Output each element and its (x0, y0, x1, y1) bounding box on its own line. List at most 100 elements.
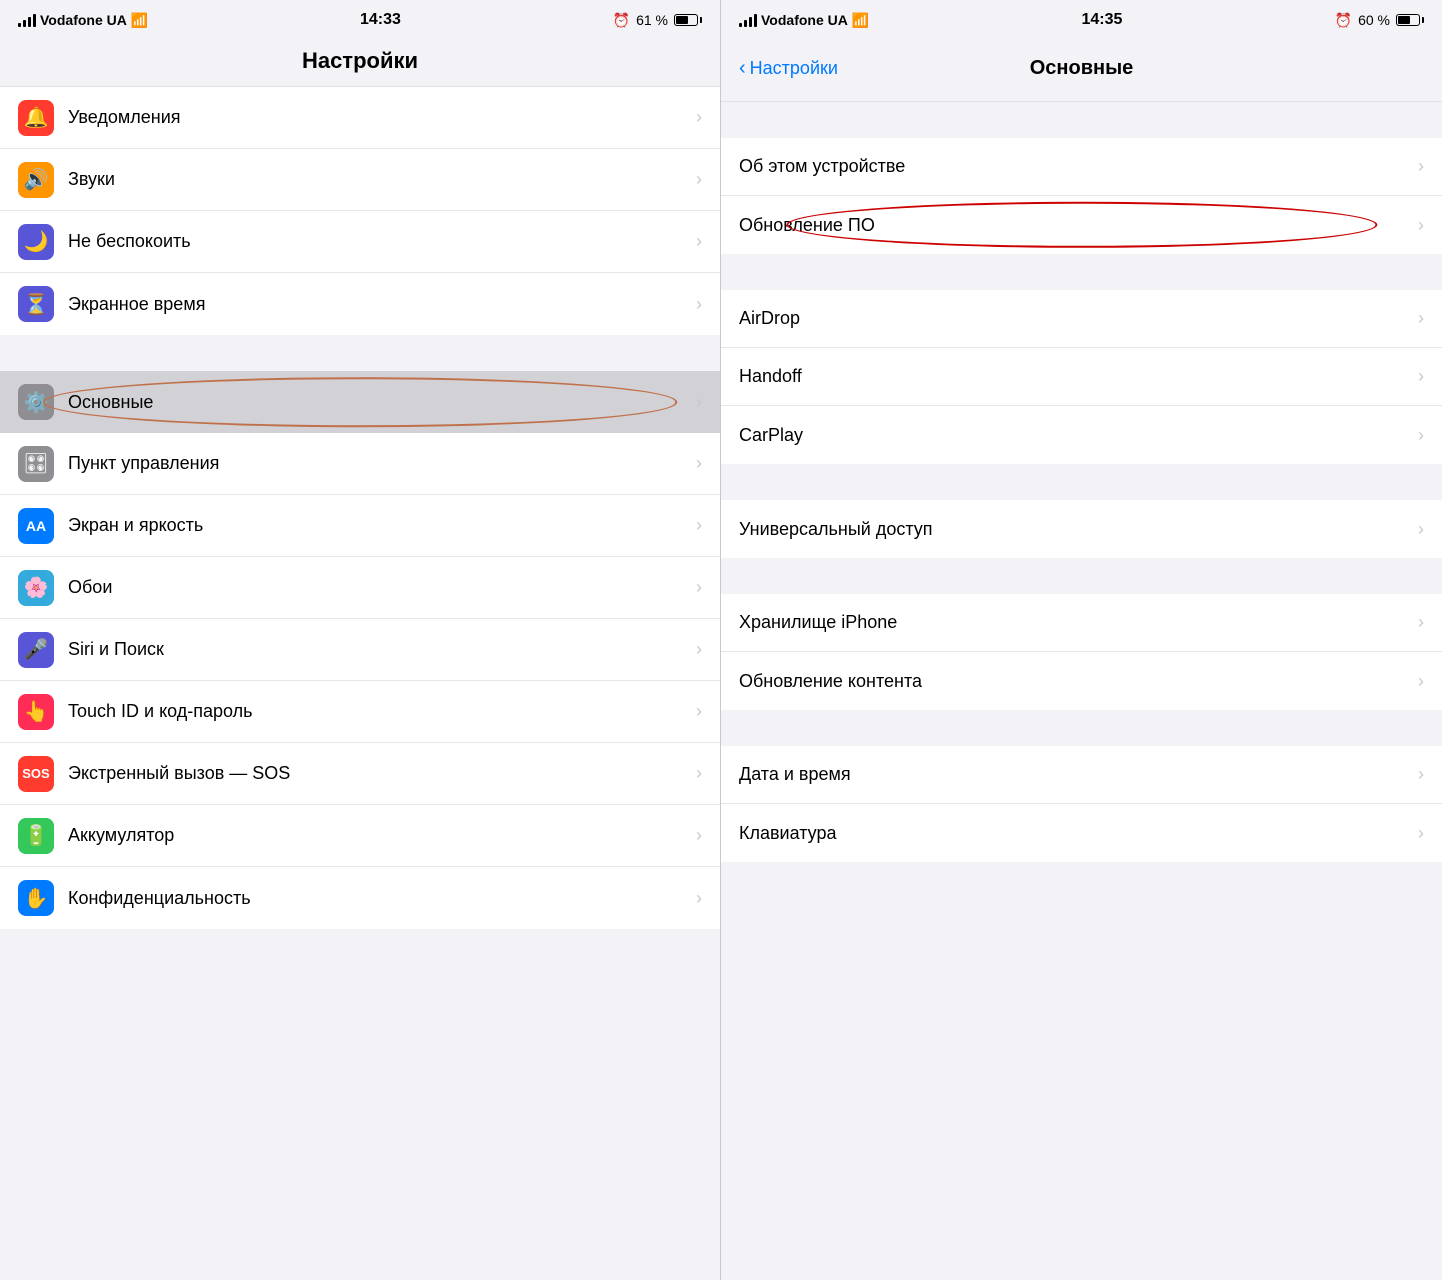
settings-item-controlcenter[interactable]: 🎛 Пункт управления › (0, 433, 720, 495)
left-status-left: Vodafone UA 📶 (18, 12, 148, 29)
accessibility-label: Универсальный доступ (739, 519, 1418, 540)
settings-item-screentime[interactable]: ⏳ Экранное время › (0, 273, 720, 335)
chevron-right-icon: › (696, 639, 702, 660)
battery-tip (700, 17, 702, 23)
donotdisturb-label: Не беспокоить (68, 231, 696, 252)
battery-body (674, 14, 698, 26)
right-time: 14:35 (1082, 11, 1123, 29)
chevron-right-icon: › (696, 763, 702, 784)
chevron-right-icon: › (696, 231, 702, 252)
right-group-4: Хранилище iPhone › Обновление контента › (721, 594, 1442, 710)
settings-item-sounds[interactable]: 🔊 Звуки › (0, 149, 720, 211)
chevron-right-icon: › (1418, 519, 1424, 540)
back-chevron-icon: ‹ (739, 57, 746, 80)
right-separator-4 (721, 558, 1442, 594)
chevron-right-icon: › (1418, 425, 1424, 446)
chevron-right-icon: › (696, 701, 702, 722)
right-item-handoff[interactable]: Handoff › (721, 348, 1442, 406)
left-group-1: 🔔 Уведомления › 🔊 Звуки › 🌙 Не беспокоит… (0, 87, 720, 335)
right-status-bar: Vodafone UA 📶 14:35 ⏰ 60 % (721, 0, 1442, 40)
right-separator-3 (721, 464, 1442, 500)
chevron-right-icon: › (1418, 823, 1424, 844)
chevron-right-icon: › (696, 453, 702, 474)
chevron-right-icon: › (696, 577, 702, 598)
right-item-airdrop[interactable]: AirDrop › (721, 290, 1442, 348)
right-item-softwareupdate[interactable]: Обновление ПО › (721, 196, 1442, 254)
settings-item-donotdisturb[interactable]: 🌙 Не беспокоить › (0, 211, 720, 273)
privacy-label: Конфиденциальность (68, 888, 696, 909)
iphone-storage-label: Хранилище iPhone (739, 612, 1418, 633)
right-item-about[interactable]: Об этом устройстве › (721, 138, 1442, 196)
controlcenter-label: Пункт управления (68, 453, 696, 474)
right-item-carplay[interactable]: CarPlay › (721, 406, 1442, 464)
right-group-2: AirDrop › Handoff › CarPlay › (721, 290, 1442, 464)
settings-item-touchid[interactable]: 👆 Touch ID и код-пароль › (0, 681, 720, 743)
right-separator-top (721, 102, 1442, 138)
settings-item-sos[interactable]: SOS Экстренный вызов — SOS › (0, 743, 720, 805)
airdrop-label: AirDrop (739, 308, 1418, 329)
right-group-5: Дата и время › Клавиатура › (721, 746, 1442, 862)
wifi-icon: 📶 (131, 12, 148, 29)
carplay-label: CarPlay (739, 425, 1418, 446)
touchid-icon: 👆 (18, 694, 54, 730)
sos-icon: SOS (18, 756, 54, 792)
settings-item-wallpaper[interactable]: 🌸 Обои › (0, 557, 720, 619)
settings-item-siri[interactable]: 🎤 Siri и Поиск › (0, 619, 720, 681)
battery-percent: 60 % (1358, 12, 1390, 28)
chevron-right-icon: › (696, 107, 702, 128)
chevron-right-icon: › (696, 294, 702, 315)
signal-icon (18, 13, 36, 27)
alarm-icon: ⏰ (613, 12, 630, 29)
signal-icon (739, 13, 757, 27)
sos-label: Экстренный вызов — SOS (68, 763, 696, 784)
settings-item-display[interactable]: AA Экран и яркость › (0, 495, 720, 557)
chevron-right-icon: › (1418, 215, 1424, 236)
battery-indicator (1396, 14, 1424, 26)
battery-percent: 61 % (636, 12, 668, 28)
right-item-datetime[interactable]: Дата и время › (721, 746, 1442, 804)
battery-body (1396, 14, 1420, 26)
back-label: Настройки (750, 58, 838, 79)
sounds-icon: 🔊 (18, 162, 54, 198)
settings-item-notifications[interactable]: 🔔 Уведомления › (0, 87, 720, 149)
right-group-3: Универсальный доступ › (721, 500, 1442, 558)
display-label: Экран и яркость (68, 515, 696, 536)
display-icon: AA (18, 508, 54, 544)
group-separator-1 (0, 335, 720, 371)
chevron-right-icon: › (696, 169, 702, 190)
general-icon: ⚙️ (18, 384, 54, 420)
right-item-keyboard[interactable]: Клавиатура › (721, 804, 1442, 862)
right-item-bgapprefresh[interactable]: Обновление контента › (721, 652, 1442, 710)
controlcenter-icon: 🎛 (18, 446, 54, 482)
siri-icon: 🎤 (18, 632, 54, 668)
sounds-label: Звуки (68, 169, 696, 190)
settings-item-privacy[interactable]: ✋ Конфиденциальность › (0, 867, 720, 929)
battery-label: Аккумулятор (68, 825, 696, 846)
screentime-icon: ⏳ (18, 286, 54, 322)
battery-tip (1422, 17, 1424, 23)
chevron-right-icon: › (1418, 308, 1424, 329)
about-label: Об этом устройстве (739, 156, 1418, 177)
chevron-right-icon: › (1418, 764, 1424, 785)
wallpaper-icon: 🌸 (18, 570, 54, 606)
right-nav-header: ‹ Настройки Основные (721, 40, 1442, 102)
alarm-icon: ⏰ (1335, 12, 1352, 29)
left-nav-header: Настройки (0, 40, 720, 87)
datetime-label: Дата и время (739, 764, 1418, 785)
chevron-right-icon: › (696, 825, 702, 846)
settings-item-general[interactable]: ⚙️ Основные › (0, 371, 720, 433)
chevron-right-icon: › (1418, 612, 1424, 633)
right-status-left: Vodafone UA 📶 (739, 12, 869, 29)
touchid-label: Touch ID и код-пароль (68, 701, 696, 722)
right-page-title: Основные (1030, 57, 1134, 80)
chevron-right-icon: › (696, 515, 702, 536)
wifi-icon: 📶 (852, 12, 869, 29)
back-button[interactable]: ‹ Настройки (739, 57, 838, 80)
siri-label: Siri и Поиск (68, 639, 696, 660)
keyboard-label: Клавиатура (739, 823, 1418, 844)
screentime-label: Экранное время (68, 294, 696, 315)
left-group-2: ⚙️ Основные › (0, 371, 720, 433)
right-item-accessibility[interactable]: Универсальный доступ › (721, 500, 1442, 558)
right-item-iphone-storage[interactable]: Хранилище iPhone › (721, 594, 1442, 652)
settings-item-battery[interactable]: 🔋 Аккумулятор › (0, 805, 720, 867)
